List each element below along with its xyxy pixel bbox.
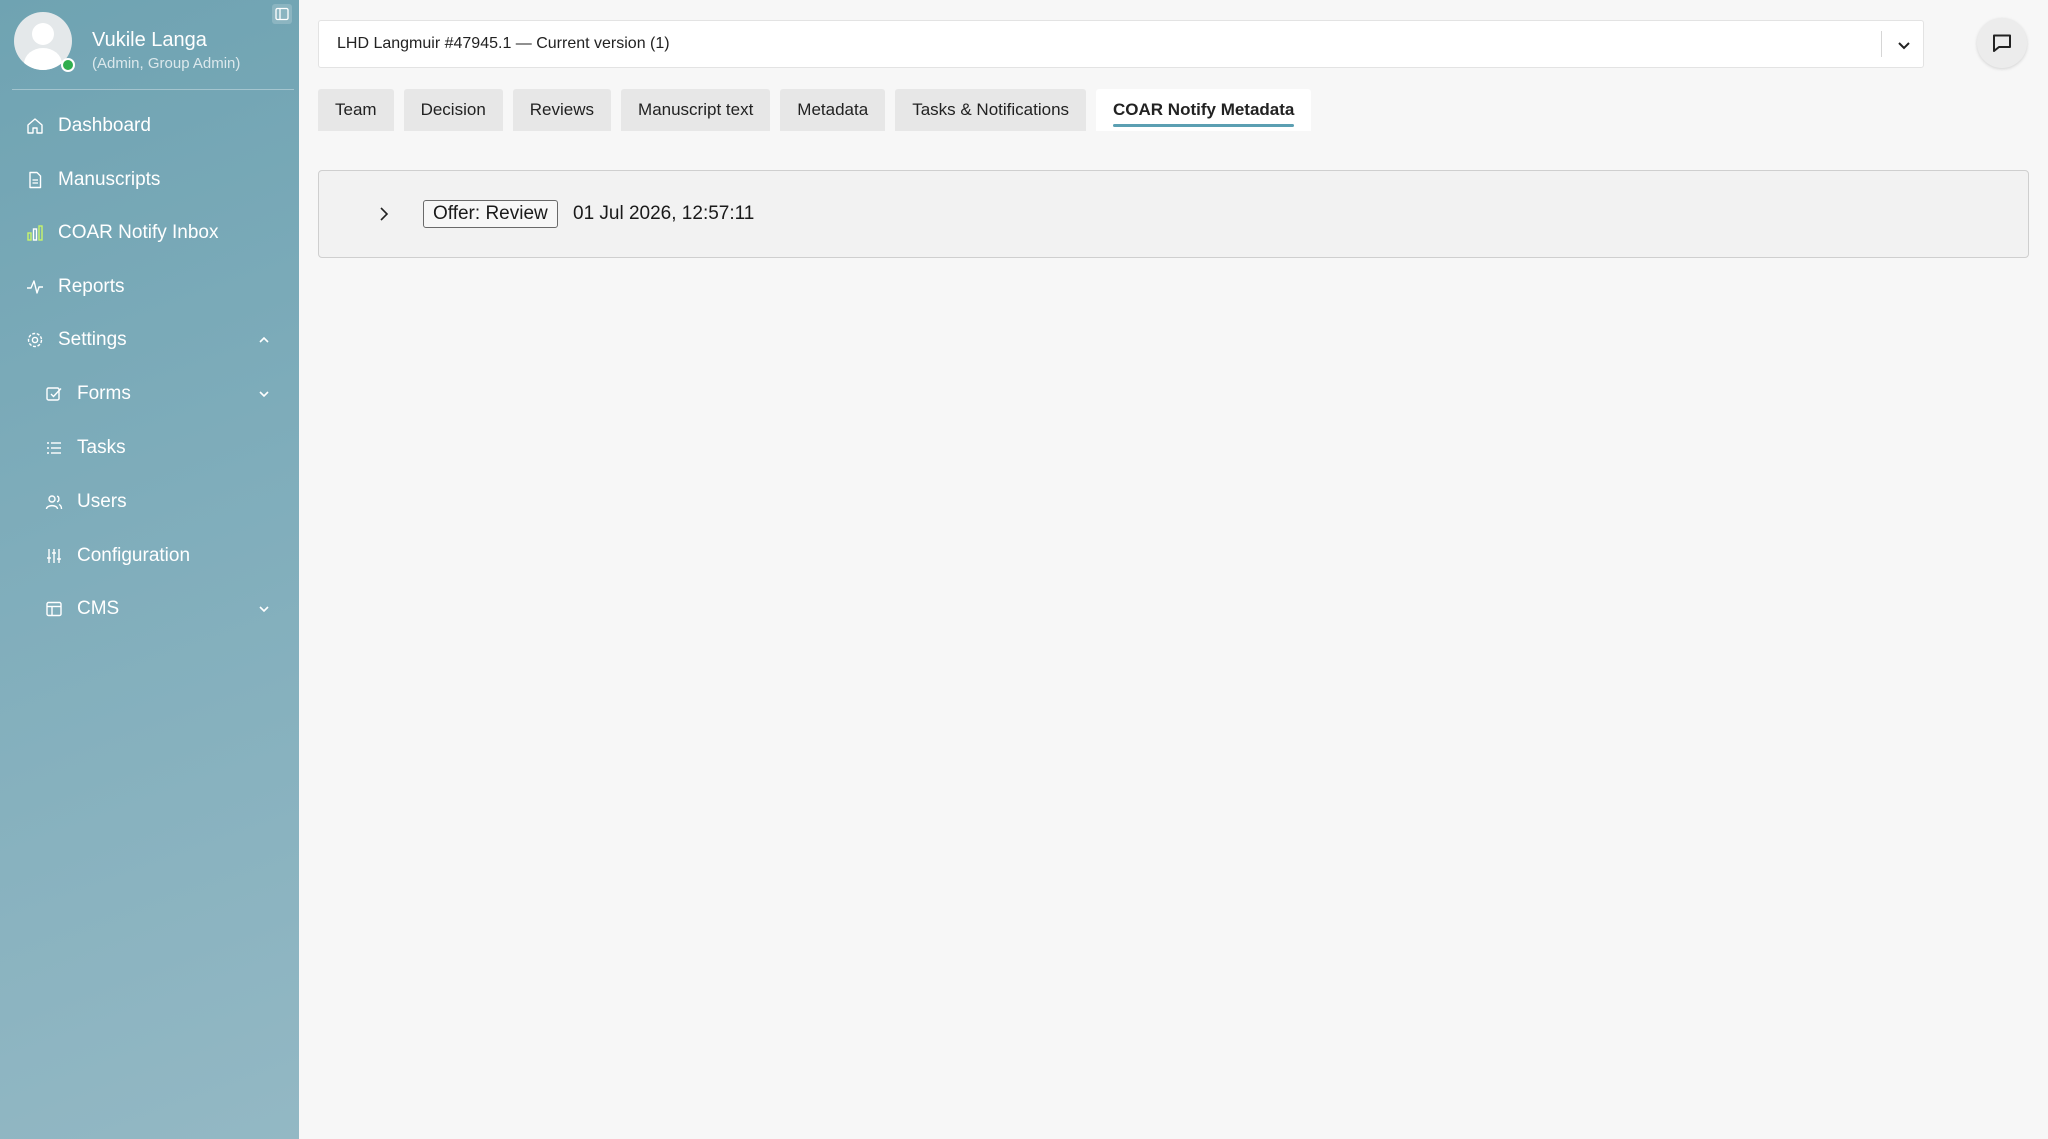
chat-button[interactable] [1977, 18, 2027, 68]
version-selector-divider [1881, 31, 1882, 57]
sidebar-item-label: Tasks [77, 437, 126, 458]
version-selector[interactable]: LHD Langmuir #47945.1 — Current version … [318, 20, 1924, 68]
chevron-right-icon[interactable] [373, 203, 395, 225]
chevron-up-icon[interactable] [254, 330, 274, 350]
sidebar-item-manuscripts[interactable]: Manuscripts [24, 160, 160, 200]
chevron-down-icon[interactable] [1892, 33, 1916, 57]
sidebar-item-cms[interactable]: CMS [43, 589, 274, 629]
activity-icon [24, 276, 46, 298]
notification-timestamp: 01 Jul 2026, 12:57:11 [573, 203, 755, 224]
sidebar-item-forms[interactable]: Forms [43, 374, 274, 414]
sidebar-item-label: Dashboard [58, 115, 151, 136]
gear-icon [24, 329, 46, 351]
tab-manuscript-text[interactable]: Manuscript text [621, 89, 771, 131]
sidebar-item-label: Reports [58, 276, 125, 297]
online-status-indicator [61, 58, 75, 72]
sidebar-item-label: Forms [77, 383, 131, 404]
tab-tasks-notifications[interactable]: Tasks & Notifications [895, 89, 1087, 131]
coar-notification-row[interactable]: Offer: Review 01 Jul 2026, 12:57:11 [318, 170, 2029, 258]
sidebar-divider [12, 89, 294, 90]
checkbox-icon [43, 383, 65, 405]
sidebar-item-settings[interactable]: Settings [24, 320, 274, 360]
tab-coar-notify-metadata[interactable]: COAR Notify Metadata [1096, 89, 1312, 131]
document-icon [24, 169, 46, 191]
tab-reviews[interactable]: Reviews [512, 89, 612, 131]
chat-icon [1993, 34, 2011, 52]
inbox-chart-icon [24, 222, 46, 244]
sliders-icon [43, 545, 65, 567]
sidebar-item-label: Users [77, 491, 127, 512]
sidebar-item-reports[interactable]: Reports [24, 267, 125, 307]
list-icon [43, 437, 65, 459]
chevron-down-icon[interactable] [254, 599, 274, 619]
manuscript-tabs: Team Decision Reviews Manuscript text Me… [318, 89, 1321, 131]
users-icon [43, 491, 65, 513]
sidebar-item-label: Settings [58, 329, 127, 350]
tab-metadata[interactable]: Metadata [780, 89, 886, 131]
sidebar-item-coar-notify-inbox[interactable]: COAR Notify Inbox [24, 213, 219, 253]
user-role: (Admin, Group Admin) [92, 55, 241, 72]
sidebar-item-configuration[interactable]: Configuration [43, 536, 190, 576]
user-profile[interactable]: Vukile Langa (Admin, Group Admin) [14, 12, 294, 76]
version-title: LHD Langmuir #47945.1 — Current version … [337, 35, 670, 52]
notification-type-badge: Offer: Review [423, 200, 558, 228]
sidebar-item-label: Manuscripts [58, 169, 161, 190]
tab-team[interactable]: Team [318, 89, 394, 131]
home-icon [24, 115, 46, 137]
chevron-down-icon[interactable] [254, 384, 274, 404]
layout-icon [43, 598, 65, 620]
user-name: Vukile Langa [92, 29, 207, 51]
sidebar-item-users[interactable]: Users [43, 482, 127, 522]
sidebar-item-dashboard[interactable]: Dashboard [24, 106, 151, 146]
sidebar-item-tasks[interactable]: Tasks [43, 428, 126, 468]
sidebar-item-label: CMS [77, 598, 120, 619]
sidebar-item-label: Configuration [77, 545, 191, 566]
tab-decision[interactable]: Decision [403, 89, 503, 131]
sidebar: Vukile Langa (Admin, Group Admin) Dashbo… [0, 0, 299, 1139]
sidebar-item-label: COAR Notify Inbox [58, 222, 219, 243]
